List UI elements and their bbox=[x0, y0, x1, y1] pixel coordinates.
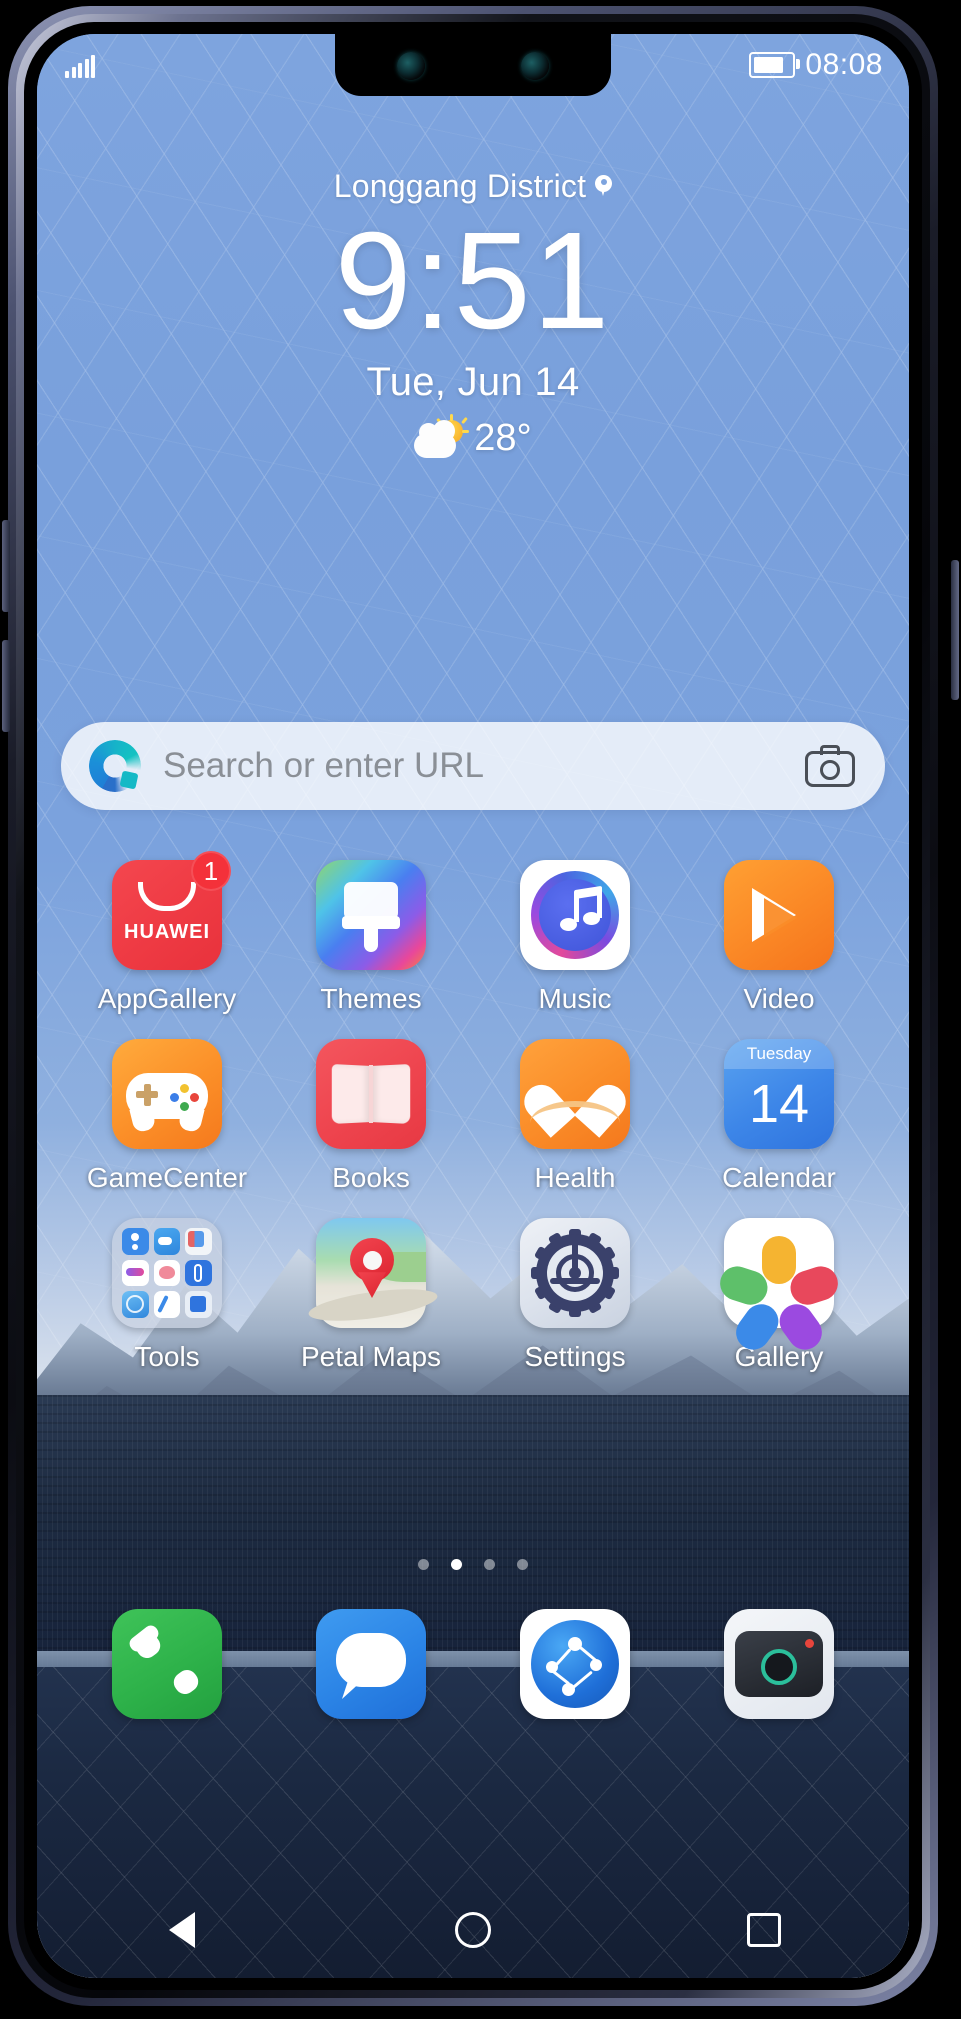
app-label: Video bbox=[743, 983, 815, 1014]
page-dot[interactable] bbox=[517, 1559, 528, 1570]
app-item-gamecenter[interactable]: GameCenter bbox=[82, 1039, 252, 1194]
battery-icon bbox=[749, 52, 801, 78]
power-button[interactable] bbox=[951, 560, 959, 700]
page-dot[interactable] bbox=[484, 1559, 495, 1570]
appgallery-brand-text: HUAWEI bbox=[124, 921, 210, 943]
nav-recents-button[interactable] bbox=[684, 1882, 844, 1978]
video-icon[interactable] bbox=[724, 860, 834, 970]
themes-icon[interactable] bbox=[316, 860, 426, 970]
status-bar-time: 08:08 bbox=[805, 48, 883, 81]
gamecenter-icon[interactable] bbox=[112, 1039, 222, 1149]
app-label: Petal Maps bbox=[300, 1341, 442, 1372]
phone-icon[interactable] bbox=[112, 1609, 222, 1719]
messages-icon[interactable] bbox=[316, 1609, 426, 1719]
calendar-weekday: Tuesday bbox=[724, 1039, 834, 1069]
phone-screen: 08:08 Longgang District 9:51 Tue, Jun 14 bbox=[37, 34, 909, 1978]
status-bar: 08:08 bbox=[37, 34, 909, 96]
app-label: Books bbox=[332, 1162, 410, 1193]
app-item-music[interactable]: Music bbox=[490, 860, 660, 1015]
volume-down-button[interactable] bbox=[2, 640, 10, 732]
page-indicator[interactable] bbox=[37, 1559, 909, 1570]
dock bbox=[37, 1609, 909, 1719]
settings-gear-icon[interactable] bbox=[520, 1218, 630, 1328]
app-item-petal-maps[interactable]: Petal Maps bbox=[286, 1218, 456, 1373]
phone-device-frame: 08:08 Longgang District 9:51 Tue, Jun 14 bbox=[0, 0, 961, 2019]
app-label: Tools bbox=[134, 1341, 200, 1372]
clock-weather-widget[interactable]: Longgang District 9:51 Tue, Jun 14 28° bbox=[37, 168, 909, 460]
books-icon[interactable] bbox=[316, 1039, 426, 1149]
location-row: Longgang District bbox=[37, 168, 909, 205]
app-item-books[interactable]: Books bbox=[286, 1039, 456, 1194]
navigation-bar bbox=[37, 1882, 909, 1978]
tools-folder-icon[interactable] bbox=[112, 1218, 222, 1328]
calendar-icon[interactable]: Tuesday 14 bbox=[724, 1039, 834, 1149]
status-bar-right-group: 08:08 bbox=[749, 48, 883, 82]
music-icon[interactable] bbox=[520, 860, 630, 970]
app-label: Health bbox=[534, 1162, 616, 1193]
calendar-day-number: 14 bbox=[748, 1074, 810, 1134]
nav-home-button[interactable] bbox=[393, 1882, 553, 1978]
clock-date: Tue, Jun 14 bbox=[366, 360, 580, 405]
volume-up-button[interactable] bbox=[2, 520, 10, 612]
app-label: Settings bbox=[524, 1341, 626, 1372]
recents-square-icon bbox=[746, 1913, 781, 1947]
dock-item-camera[interactable] bbox=[694, 1609, 864, 1719]
app-label: GameCenter bbox=[86, 1162, 248, 1193]
app-row: GameCenter Books Health Tuesday 14 Calen… bbox=[37, 1039, 909, 1194]
gallery-icon[interactable] bbox=[715, 1218, 843, 1357]
app-label: Music bbox=[538, 983, 612, 1014]
app-item-tools-folder[interactable]: Tools bbox=[82, 1218, 252, 1373]
home-circle-icon bbox=[454, 1912, 491, 1948]
app-grid: HUAWEI 1 AppGallery Themes Music Video G… bbox=[37, 851, 909, 1397]
petal-maps-icon[interactable] bbox=[306, 1218, 440, 1328]
notification-badge: 1 bbox=[191, 851, 231, 891]
dock-item-browser[interactable] bbox=[490, 1609, 660, 1719]
app-item-settings[interactable]: Settings bbox=[490, 1218, 660, 1373]
sun-behind-cloud-icon bbox=[414, 413, 470, 458]
app-label: Themes bbox=[320, 983, 422, 1014]
weather-row[interactable]: 28° bbox=[37, 413, 909, 460]
petal-search-icon bbox=[89, 740, 141, 792]
app-row: Tools Petal Maps Settings Gallery bbox=[37, 1218, 909, 1373]
app-item-video[interactable]: Video bbox=[694, 860, 864, 1015]
page-dot-active[interactable] bbox=[451, 1559, 462, 1570]
app-item-health[interactable]: Health bbox=[490, 1039, 660, 1194]
dock-item-messages[interactable] bbox=[286, 1609, 456, 1719]
app-item-appgallery[interactable]: HUAWEI 1 AppGallery bbox=[82, 851, 252, 1015]
page-dot[interactable] bbox=[418, 1559, 429, 1570]
search-input[interactable]: Search or enter URL bbox=[163, 746, 805, 786]
browser-globe-icon[interactable] bbox=[520, 1609, 630, 1719]
weather-temperature: 28° bbox=[474, 417, 532, 460]
camera-app-icon[interactable] bbox=[724, 1609, 834, 1719]
dock-item-phone[interactable] bbox=[82, 1609, 252, 1719]
nav-back-button[interactable] bbox=[102, 1882, 262, 1978]
app-label: Calendar bbox=[722, 1162, 836, 1193]
app-item-gallery[interactable]: Gallery bbox=[694, 1218, 864, 1373]
app-row: HUAWEI 1 AppGallery Themes Music Video bbox=[37, 851, 909, 1015]
clock-time: 9:51 bbox=[334, 204, 612, 358]
app-item-calendar[interactable]: Tuesday 14 Calendar bbox=[694, 1039, 864, 1194]
search-bar[interactable]: Search or enter URL bbox=[61, 722, 885, 810]
health-icon[interactable] bbox=[520, 1039, 630, 1149]
app-label: AppGallery bbox=[97, 983, 237, 1014]
app-item-themes[interactable]: Themes bbox=[286, 860, 456, 1015]
location-pin-icon bbox=[595, 174, 613, 199]
signal-bars-icon bbox=[65, 54, 95, 78]
back-triangle-icon bbox=[169, 1912, 196, 1948]
camera-icon[interactable] bbox=[805, 745, 855, 787]
appgallery-icon[interactable]: HUAWEI 1 bbox=[112, 851, 231, 970]
location-label: Longgang District bbox=[333, 168, 587, 204]
